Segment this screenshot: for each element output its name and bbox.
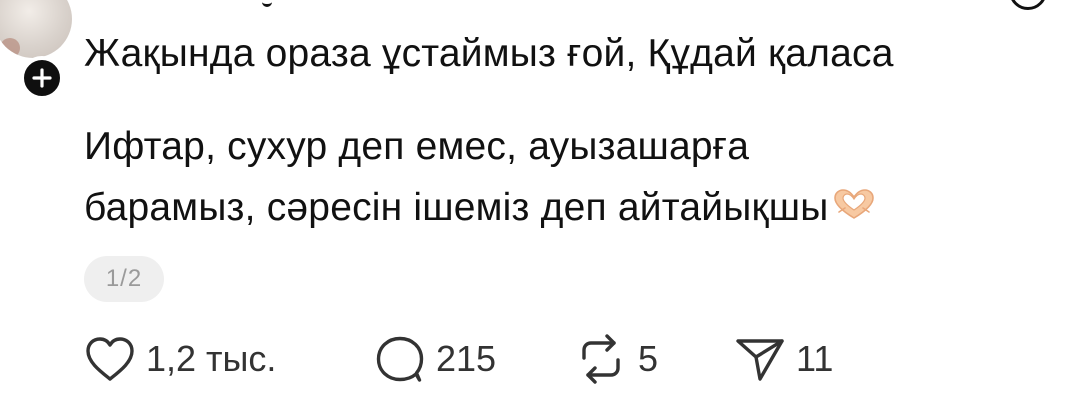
comment-button[interactable]: 215 [374,334,574,384]
post-text-line-1: Жақында ораза ұстаймыз ғой, Құдай қаласа [84,32,894,75]
post-text-line-3: барамыз, сәресін ішеміз деп айтайықшы [84,185,878,231]
comment-count: 215 [436,338,497,379]
comment-bubble-icon [376,336,424,382]
plus-icon [32,68,52,88]
heart-icon [86,337,134,381]
follow-button[interactable] [20,56,64,100]
repost-count: 5 [638,338,659,379]
share-button[interactable]: 11 [734,335,854,383]
post-text-line-2: Ифтар, сухур деп емес, ауызашарға [84,125,750,168]
more-options-icon[interactable] [1009,0,1047,10]
share-count: 11 [796,338,834,379]
cropped-username-glyph [262,0,272,7]
avatar-decoration [0,38,20,58]
carousel-page-indicator: 1/2 [84,256,164,302]
heart-hands-emoji-icon [834,189,875,219]
thread-post: Жақында ораза ұстаймыз ғой, Құдай қаласа… [0,0,1073,407]
avatar[interactable] [0,0,72,58]
like-button[interactable]: 1,2 тыс. [84,335,374,383]
repost-button[interactable]: 5 [574,334,734,384]
send-icon [736,339,784,381]
action-bar: 1,2 тыс. 215 5 11 [84,332,854,386]
post-text-line-3-text: барамыз, сәресін ішеміз деп айтайықшы [84,186,829,229]
like-count: 1,2 тыс. [146,338,277,379]
repost-arrows-icon [582,334,620,384]
